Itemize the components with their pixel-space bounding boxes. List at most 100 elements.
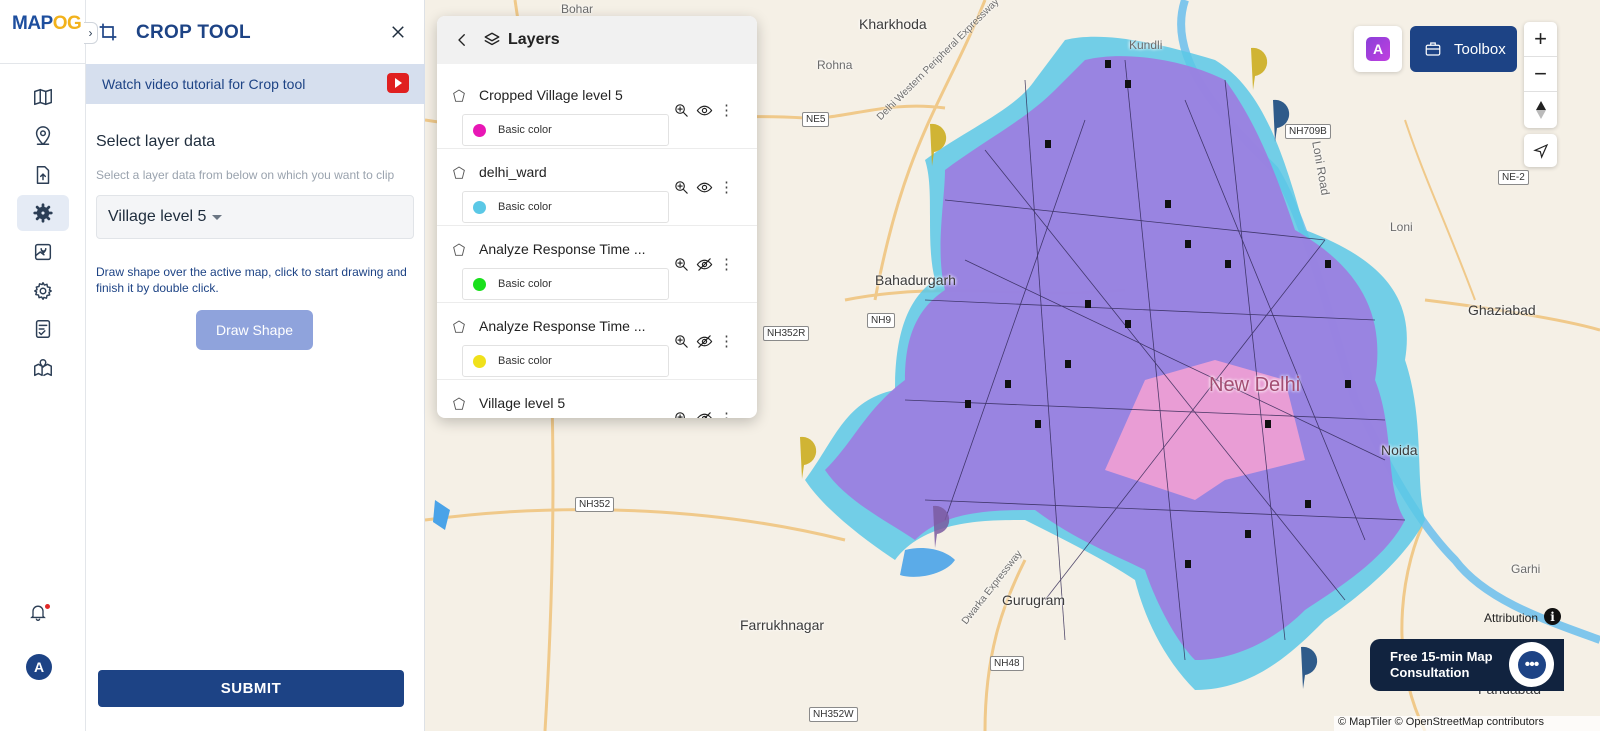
- zoom-to-layer-icon[interactable]: [673, 333, 690, 350]
- zoom-to-layer-icon[interactable]: [673, 179, 690, 196]
- zoom-to-layer-icon[interactable]: [673, 410, 690, 418]
- rail-divider: [0, 63, 86, 64]
- road-nh352r: NH352R: [763, 326, 810, 341]
- layer-name: Village level 5: [479, 395, 566, 411]
- toolbox-button[interactable]: Toolbox: [1410, 26, 1517, 72]
- draw-shape-button[interactable]: Draw Shape: [196, 310, 313, 350]
- report-icon: [35, 320, 51, 338]
- rail-report-button[interactable]: [17, 311, 69, 347]
- layer-name: Cropped Village level 5: [479, 87, 623, 103]
- map-copyright[interactable]: © MapTiler © OpenStreetMap contributors: [1334, 716, 1600, 731]
- layer-select[interactable]: Village level 5: [96, 195, 414, 239]
- eye-off-icon[interactable]: [696, 410, 713, 418]
- zoom-out-button[interactable]: −: [1524, 57, 1557, 92]
- color-swatch: [473, 354, 486, 368]
- eye-off-icon[interactable]: [696, 333, 713, 350]
- expand-sidebar-button[interactable]: ›: [84, 22, 98, 44]
- layers-back-button[interactable]: [453, 31, 471, 49]
- zoom-to-layer-icon[interactable]: [673, 256, 690, 273]
- layers-header: Layers: [437, 16, 757, 64]
- notification-button[interactable]: [28, 602, 52, 626]
- zoom-to-layer-icon[interactable]: [673, 102, 690, 119]
- rail-marker-button[interactable]: [17, 234, 69, 270]
- map-marker-icon: [34, 243, 52, 261]
- layer-style-label: Basic color: [498, 124, 552, 136]
- caret-down-icon: [212, 214, 223, 220]
- rail-maplocation-button[interactable]: [17, 350, 69, 386]
- road-ne2: NE-2: [1498, 170, 1529, 185]
- place-garhi: Garhi: [1511, 562, 1541, 576]
- user-avatar[interactable]: A: [26, 654, 52, 680]
- rail-upload-button[interactable]: [17, 157, 69, 193]
- file-upload-icon: [36, 166, 50, 184]
- place-farrukhnagar: Farrukhnagar: [740, 617, 825, 633]
- place-rohna: Rohna: [817, 58, 853, 72]
- crop-icon: [98, 22, 120, 44]
- more-options-icon[interactable]: ⋮: [719, 411, 734, 418]
- layer-name: Analyze Response Time ...: [479, 241, 646, 257]
- locate-button[interactable]: [1524, 134, 1557, 167]
- ai-assistant-button[interactable]: A: [1354, 26, 1402, 72]
- place-gurugram: Gurugram: [1002, 592, 1066, 608]
- place-noida: Noida: [1381, 442, 1418, 458]
- close-panel-button[interactable]: [384, 18, 412, 46]
- layer-style-selector[interactable]: Basic color: [462, 114, 669, 146]
- layer-style-selector[interactable]: Basic color: [462, 268, 669, 300]
- layers-stack-icon: [483, 31, 501, 49]
- road-nh709b: NH709B: [1285, 124, 1331, 139]
- compass-icon: [1535, 100, 1546, 119]
- layer-row[interactable]: Analyze Response Time ... Basic color ⋮: [437, 226, 757, 303]
- road-ne5: NE5: [802, 112, 830, 127]
- polygon-icon: [451, 165, 467, 181]
- rail-location-button[interactable]: [17, 118, 69, 154]
- mapog-logo[interactable]: MAPOG: [12, 13, 82, 35]
- info-icon[interactable]: i: [1544, 608, 1561, 625]
- zoom-in-button[interactable]: +: [1524, 22, 1557, 57]
- youtube-icon: [387, 73, 409, 93]
- eye-off-icon[interactable]: [696, 256, 713, 273]
- zoom-controls: + −: [1524, 22, 1557, 128]
- polygon-icon: [451, 242, 467, 258]
- eye-icon[interactable]: [696, 179, 713, 196]
- layer-style-label: Basic color: [498, 355, 552, 367]
- rail-settings-button[interactable]: [17, 273, 69, 309]
- selected-layer-value: Village level 5: [108, 208, 207, 225]
- polygon-icon: [451, 319, 467, 335]
- location-pin-icon: [35, 126, 51, 145]
- settings-gear-icon: [33, 203, 53, 223]
- place-bohar: Bohar: [561, 2, 594, 16]
- more-options-icon[interactable]: ⋮: [719, 103, 734, 118]
- chevron-left-icon: [458, 34, 465, 46]
- layer-name: delhi_ward: [479, 164, 547, 180]
- layer-row[interactable]: Cropped Village level 5 Basic color ⋮: [437, 72, 757, 149]
- place-ghaziabad: Ghaziabad: [1468, 302, 1536, 318]
- layer-row[interactable]: delhi_ward Basic color ⋮: [437, 149, 757, 226]
- map-location-icon: [34, 359, 52, 377]
- more-options-icon[interactable]: ⋮: [719, 257, 734, 272]
- layer-style-label: Basic color: [498, 278, 552, 290]
- more-options-icon[interactable]: ⋮: [719, 180, 734, 195]
- rail-map-button[interactable]: [17, 79, 69, 115]
- rail-process-button[interactable]: [17, 195, 69, 231]
- layer-style-selector[interactable]: Basic color: [462, 191, 669, 223]
- place-new-delhi: New Delhi: [1209, 374, 1301, 396]
- logo-text-right: OG: [52, 13, 82, 34]
- attribution-label[interactable]: Attribution: [1484, 611, 1538, 625]
- more-options-icon[interactable]: ⋮: [719, 334, 734, 349]
- layer-row[interactable]: Village level 5 ⋮: [437, 380, 757, 418]
- road-nh9: NH9: [867, 313, 896, 328]
- ai-icon: A: [1366, 37, 1390, 61]
- close-icon: [392, 26, 404, 38]
- layer-row[interactable]: Analyze Response Time ... Basic color ⋮: [437, 303, 757, 380]
- draw-hint: Draw shape over the active map, click to…: [96, 265, 407, 295]
- chat-button[interactable]: •••: [1509, 642, 1554, 687]
- compass-button[interactable]: [1524, 92, 1557, 127]
- section-title: Select layer data: [96, 133, 216, 150]
- submit-button[interactable]: SUBMIT: [98, 670, 404, 707]
- video-tutorial-link[interactable]: Watch video tutorial for Crop tool: [86, 64, 425, 104]
- crop-tool-panel: › CROP TOOL Watch video tutorial for Cro…: [84, 0, 425, 731]
- polygon-icon: [451, 88, 467, 104]
- layer-style-label: Basic color: [498, 201, 552, 213]
- eye-icon[interactable]: [696, 102, 713, 119]
- layer-style-selector[interactable]: Basic color: [462, 345, 669, 377]
